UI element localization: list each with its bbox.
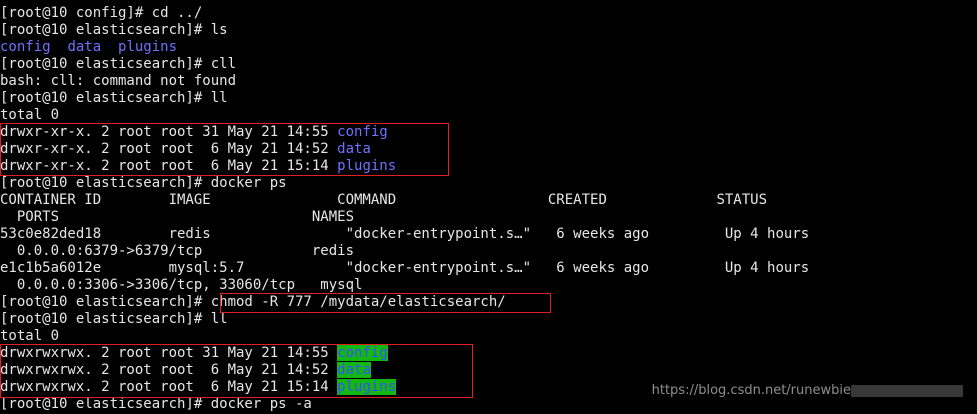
terminal-text: [root@10 elasticsearch]# docker ps -a: [0, 396, 312, 412]
terminal-line: drwxrwxrwx. 2 root root 6 May 21 14:52 d…: [0, 362, 977, 379]
terminal-text: ... 0 more: [0, 0, 118, 4]
directory-name: config: [337, 124, 388, 140]
terminal-line: [root@10 elasticsearch]# ls: [0, 22, 977, 39]
terminal-line: drwxr-xr-x. 2 root root 6 May 21 14:52 d…: [0, 141, 977, 158]
terminal-line: drwxr-xr-x. 2 root root 6 May 21 15:14 p…: [0, 158, 977, 175]
terminal-text: [root@10 elasticsearch]# ls: [0, 22, 228, 38]
terminal-line: [root@10 elasticsearch]# chmod -R 777 /m…: [0, 294, 977, 311]
terminal-text: [root@10 config]# cd ../: [0, 5, 203, 21]
terminal-text: drwxr-xr-x. 2 root root 6 May 21 14:52: [0, 141, 338, 157]
terminal-line: e1c1b5a6012e mysql:5.7 "docker-entrypoin…: [0, 260, 977, 277]
terminal-line: PORTS NAMES: [0, 209, 977, 226]
terminal-text: e1c1b5a6012e mysql:5.7 "docker-entrypoin…: [0, 260, 810, 276]
terminal-text: drwxrwxrwx. 2 root root 6 May 21 15:14: [0, 379, 338, 395]
terminal-line: 0.0.0.0:6379->6379/tcp redis: [0, 243, 977, 260]
terminal-line: drwxr-xr-x. 2 root root 31 May 21 14:55 …: [0, 124, 977, 141]
terminal-line: [root@10 elasticsearch]# docker ps -a: [0, 396, 977, 413]
directory-name: plugins: [118, 39, 178, 55]
terminal-line: total 0: [0, 328, 977, 345]
terminal-text: [root@10 elasticsearch]# docker ps: [0, 175, 287, 191]
terminal-line: [root@10 elasticsearch]# ll: [0, 90, 977, 107]
terminal-text: [root@10 elasticsearch]# ll: [0, 311, 228, 327]
terminal-line: [root@10 config]# cd ../: [0, 5, 977, 22]
watermark-url: https://blog.csdn.net/runewbie: [651, 383, 851, 398]
terminal-line: total 0: [0, 107, 977, 124]
terminal-text: [root@10 elasticsearch]# ll: [0, 90, 228, 106]
terminal-text: PORTS NAMES: [0, 209, 355, 225]
terminal-text: 0.0.0.0:3306->3306/tcp, 33060/tcp mysql: [0, 277, 363, 293]
directory-name-highlighted: data: [337, 362, 371, 378]
terminal-line: CONTAINER ID IMAGE COMMAND CREATED STATU…: [0, 192, 977, 209]
terminal-text: drwxrwxrwx. 2 root root 31 May 21 14:55: [0, 345, 338, 361]
terminal-text: drwxr-xr-x. 2 root root 6 May 21 15:14: [0, 158, 338, 174]
watermark: https://blog.csdn.net/runewbie: [652, 383, 963, 398]
terminal-line: drwxrwxrwx. 2 root root 31 May 21 14:55 …: [0, 345, 977, 362]
terminal-text: total 0: [0, 328, 60, 344]
terminal-window[interactable]: ... 0 more[root@10 config]# cd ../[root@…: [0, 0, 977, 414]
terminal-text: 0.0.0.0:6379->6379/tcp redis: [0, 243, 355, 259]
terminal-line: [root@10 elasticsearch]# ll: [0, 311, 977, 328]
directory-name: data: [67, 39, 102, 55]
directory-name: data: [337, 141, 371, 157]
terminal-line: 0.0.0.0:3306->3306/tcp, 33060/tcp mysql: [0, 277, 977, 294]
directory-name-highlighted: config: [337, 345, 388, 361]
directory-name-highlighted: plugins: [337, 379, 397, 395]
terminal-text: total 0: [0, 107, 60, 123]
terminal-text: [root@10 elasticsearch]# cll: [0, 56, 237, 72]
terminal-line: 53c0e82ded18 redis "docker-entrypoint.s……: [0, 226, 977, 243]
watermark-logo-icon: [851, 384, 963, 397]
terminal-text: 53c0e82ded18 redis "docker-entrypoint.s……: [0, 226, 810, 242]
terminal-text: drwxr-xr-x. 2 root root 31 May 21 14:55: [0, 124, 338, 140]
terminal-output: ... 0 more[root@10 config]# cd ../[root@…: [0, 0, 977, 413]
terminal-text: drwxrwxrwx. 2 root root 6 May 21 14:52: [0, 362, 338, 378]
directory-name: plugins: [337, 158, 397, 174]
terminal-line: config data plugins: [0, 39, 977, 56]
directory-name: config: [0, 39, 51, 55]
terminal-line: [root@10 elasticsearch]# cll: [0, 56, 977, 73]
terminal-text: bash: cll: command not found: [0, 73, 237, 89]
terminal-text: CONTAINER ID IMAGE COMMAND CREATED STATU…: [0, 192, 768, 208]
terminal-line: [root@10 elasticsearch]# docker ps: [0, 175, 977, 192]
terminal-line: bash: cll: command not found: [0, 73, 977, 90]
terminal-text: [root@10 elasticsearch]# chmod -R 777 /m…: [0, 294, 506, 310]
